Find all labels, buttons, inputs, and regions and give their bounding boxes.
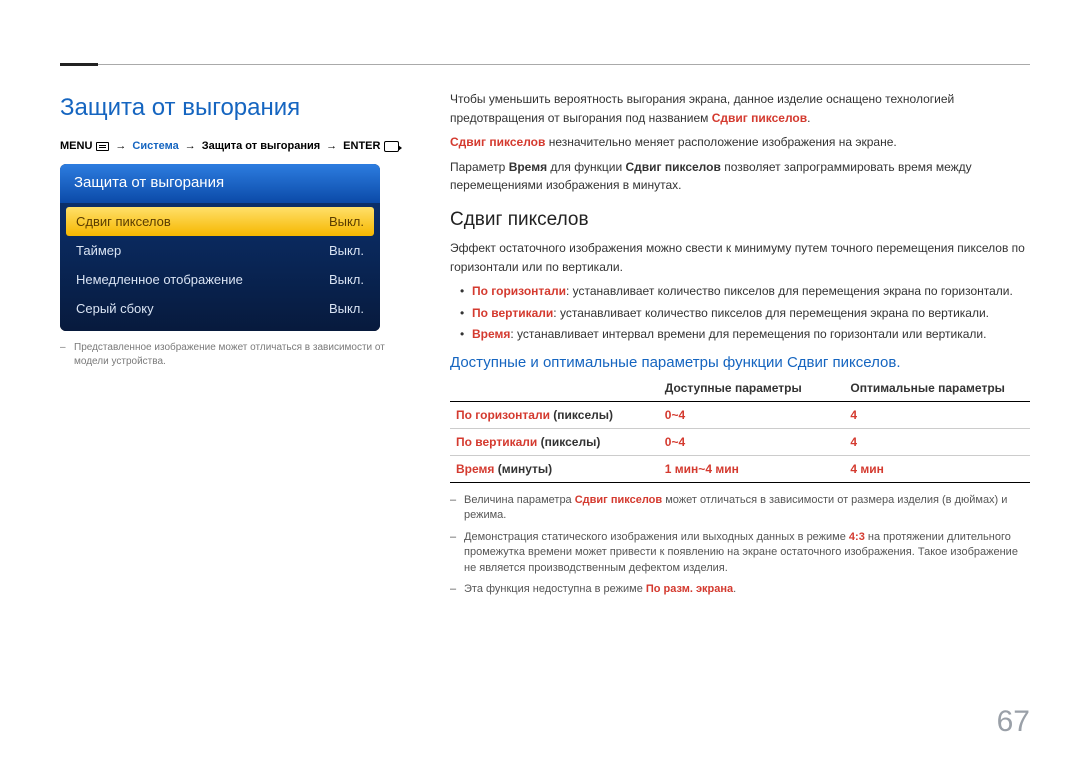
highlight: По вертикали — [472, 306, 553, 320]
osd-row-value: Выкл. — [329, 272, 364, 287]
text: Эта функция недоступна в режиме — [464, 583, 646, 595]
top-rule-accent — [60, 63, 98, 66]
breadcrumb-enter-label: ENTER — [343, 140, 380, 152]
bold-text: (пикселы) — [550, 408, 613, 422]
enter-icon — [384, 141, 399, 152]
osd-row-side-gray[interactable]: Серый сбоку Выкл. — [66, 294, 374, 323]
section-title: Защита от выгорания — [60, 94, 420, 122]
osd-footnote: Представленное изображение может отличат… — [60, 341, 420, 369]
text: . — [733, 583, 736, 595]
notes: Величина параметра Сдвиг пикселов может … — [450, 493, 1030, 597]
osd-row-pixel-shift[interactable]: Сдвиг пикселов Выкл. — [66, 207, 374, 236]
table-cell-optimal: 4 — [844, 401, 1030, 428]
table-row: По горизонтали (пикселы) 0~4 4 — [450, 401, 1030, 428]
osd-row-immediate-display[interactable]: Немедленное отображение Выкл. — [66, 265, 374, 294]
note-item: Демонстрация статического изображения ил… — [450, 530, 1030, 576]
list-item: По горизонтали: устанавливает количество… — [450, 282, 1030, 301]
arrow-icon: → — [326, 140, 337, 152]
table-header-row: Доступные параметры Оптимальные параметр… — [450, 377, 1030, 402]
bullet-list: По горизонтали: устанавливает количество… — [450, 282, 1030, 344]
text: : устанавливает количество пикселов для … — [553, 306, 989, 320]
table-cell-available: 1 мин~4 мин — [659, 455, 845, 482]
table-cell-available: 0~4 — [659, 401, 845, 428]
table-header-optimal: Оптимальные параметры — [844, 377, 1030, 402]
osd-body: Сдвиг пикселов Выкл. Таймер Выкл. Немедл… — [60, 203, 380, 331]
bold-text: (минуты) — [494, 462, 552, 476]
list-item: Время: устанавливает интервал времени дл… — [450, 325, 1030, 344]
table-cell-optimal: 4 — [844, 428, 1030, 455]
table-cell-param: Время (минуты) — [450, 455, 659, 482]
arrow-icon: → — [115, 140, 126, 152]
breadcrumb: MENU → Система → Защита от выгорания → E… — [60, 140, 420, 152]
highlight: Время — [472, 327, 510, 341]
table-cell-param: По горизонтали (пикселы) — [450, 401, 659, 428]
breadcrumb-system: Система — [132, 140, 178, 152]
breadcrumb-burn: Защита от выгорания — [202, 140, 320, 152]
highlight: Сдвиг пикселов — [575, 494, 662, 506]
highlight: По горизонтали — [472, 284, 566, 298]
text: : устанавливает интервал времени для пер… — [510, 327, 986, 341]
breadcrumb-menu-label: MENU — [60, 140, 92, 152]
table-row: По вертикали (пикселы) 0~4 4 — [450, 428, 1030, 455]
arrow-icon: → — [185, 140, 196, 152]
table-header-available: Доступные параметры — [659, 377, 845, 402]
osd-row-label: Сдвиг пикселов — [76, 214, 171, 229]
text: Величина параметра — [464, 494, 575, 506]
table-row: Время (минуты) 1 мин~4 мин 4 мин — [450, 455, 1030, 482]
highlight: 4:3 — [849, 531, 865, 543]
text: Чтобы уменьшить вероятность выгорания эк… — [450, 92, 954, 125]
highlight: Сдвиг пикселов — [450, 135, 545, 149]
table-caption: Доступные и оптимальные параметры функци… — [450, 354, 1030, 371]
intro-paragraph-2: Сдвиг пикселов незначительно меняет расп… — [450, 133, 1030, 152]
subsection-title: Сдвиг пикселов — [450, 209, 1030, 231]
page: Защита от выгорания MENU → Система → Защ… — [0, 0, 1080, 763]
params-table: Доступные параметры Оптимальные параметр… — [450, 377, 1030, 483]
bold-text: (пикселы) — [537, 435, 600, 449]
osd-panel: Защита от выгорания Сдвиг пикселов Выкл.… — [60, 164, 380, 331]
page-number: 67 — [997, 705, 1030, 739]
highlight: Время — [456, 462, 494, 476]
left-column: Защита от выгорания MENU → Система → Защ… — [60, 90, 420, 597]
osd-row-timer[interactable]: Таймер Выкл. — [66, 236, 374, 265]
intro-paragraph-3: Параметр Время для функции Сдвиг пиксело… — [450, 158, 1030, 195]
right-column: Чтобы уменьшить вероятность выгорания эк… — [450, 90, 1030, 597]
text: для функции — [547, 160, 625, 174]
osd-title: Защита от выгорания — [60, 164, 380, 203]
menu-icon — [96, 142, 109, 151]
note-item: Величина параметра Сдвиг пикселов может … — [450, 493, 1030, 524]
top-rule — [60, 64, 1030, 65]
columns: Защита от выгорания MENU → Система → Защ… — [60, 90, 1030, 597]
highlight: По разм. экрана — [646, 583, 733, 595]
table-cell-available: 0~4 — [659, 428, 845, 455]
text: Параметр — [450, 160, 509, 174]
table-cell-optimal: 4 мин — [844, 455, 1030, 482]
bold-text: Время — [509, 160, 547, 174]
list-item: По вертикали: устанавливает количество п… — [450, 304, 1030, 323]
text: : устанавливает количество пикселов для … — [566, 284, 1013, 298]
subsection-desc: Эффект остаточного изображения можно све… — [450, 239, 1030, 276]
highlight: Сдвиг пикселов — [712, 111, 807, 125]
intro-paragraph-1: Чтобы уменьшить вероятность выгорания эк… — [450, 90, 1030, 127]
text: Демонстрация статического изображения ил… — [464, 531, 849, 543]
highlight: По вертикали — [456, 435, 537, 449]
table-cell-param: По вертикали (пикселы) — [450, 428, 659, 455]
bold-text: Сдвиг пикселов — [625, 160, 720, 174]
highlight: По горизонтали — [456, 408, 550, 422]
note-item: Эта функция недоступна в режиме По разм.… — [450, 582, 1030, 597]
table-header — [450, 377, 659, 402]
osd-row-label: Серый сбоку — [76, 301, 154, 316]
osd-row-value: Выкл. — [329, 301, 364, 316]
osd-row-value: Выкл. — [329, 214, 364, 229]
osd-row-label: Немедленное отображение — [76, 272, 243, 287]
osd-row-value: Выкл. — [329, 243, 364, 258]
text: . — [807, 111, 810, 125]
osd-row-label: Таймер — [76, 243, 121, 258]
text: незначительно меняет расположение изобра… — [545, 135, 896, 149]
